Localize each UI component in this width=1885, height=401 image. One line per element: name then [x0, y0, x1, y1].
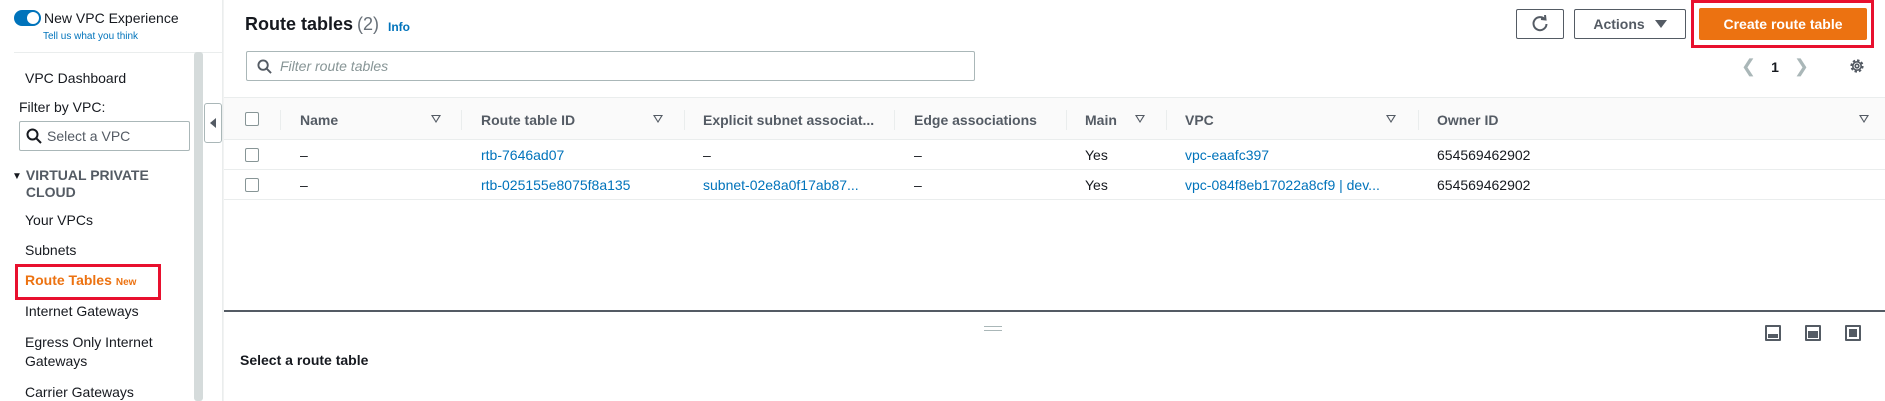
main-content: Route tables (2) Info Actions Create rout…: [224, 0, 1885, 401]
filter-by-vpc-label: Filter by VPC:: [19, 99, 106, 115]
sidebar-item-internet-gateways[interactable]: Internet Gateways: [25, 303, 139, 319]
table-header: Name Route table ID Explicit subnet asso…: [224, 97, 1885, 140]
collapse-sidebar-button[interactable]: [204, 103, 222, 143]
cell-main: Yes: [1085, 177, 1108, 193]
table-row[interactable]: – rtb-025155e8075f8a135 subnet-02e8a0f17…: [224, 170, 1885, 200]
filter-route-tables-input[interactable]: Filter route tables: [246, 51, 975, 81]
section-virtual-private-cloud[interactable]: ▼ VIRTUAL PRIVATE CLOUD: [12, 167, 176, 201]
split-panel: Select a route table: [224, 310, 1885, 401]
cell-main: Yes: [1085, 147, 1108, 163]
chevron-left-icon[interactable]: ❮: [1741, 56, 1756, 77]
column-header-route-table-id[interactable]: Route table ID: [481, 98, 575, 141]
column-header-explicit-subnet-associations[interactable]: Explicit subnet associat...: [703, 98, 874, 141]
cell-route-table-id[interactable]: rtb-7646ad07: [481, 140, 564, 170]
info-link[interactable]: Info: [388, 20, 410, 34]
caret-left-icon: [210, 118, 216, 128]
sidebar-item-subnets[interactable]: Subnets: [25, 242, 76, 258]
column-header-name[interactable]: Name: [300, 98, 338, 141]
sort-icon[interactable]: [431, 115, 441, 123]
column-divider: [684, 110, 685, 130]
sidebar: New VPC Experience Tell us what you thin…: [0, 0, 223, 401]
cell-route-table-id[interactable]: rtb-025155e8075f8a135: [481, 170, 630, 200]
column-divider: [461, 110, 462, 130]
cell-name: –: [300, 147, 308, 163]
row-checkbox[interactable]: [245, 178, 259, 192]
cell-name: –: [300, 177, 308, 193]
cell-vpc[interactable]: vpc-084f8eb17022a8cf9 | dev...: [1185, 170, 1380, 200]
column-header-edge-associations[interactable]: Edge associations: [914, 98, 1037, 141]
split-panel-title: Select a route table: [240, 352, 369, 368]
section-title: VIRTUAL PRIVATE CLOUD: [25, 167, 149, 200]
sort-icon[interactable]: [1386, 115, 1396, 123]
sidebar-item-carrier-gateways[interactable]: Carrier Gateways: [25, 384, 134, 400]
column-divider: [1066, 110, 1067, 130]
filter-placeholder: Filter route tables: [280, 58, 389, 74]
column-header-main[interactable]: Main: [1085, 98, 1117, 141]
search-icon: [26, 128, 42, 144]
sidebar-item-route-tables[interactable]: Route Tables New: [25, 272, 136, 288]
cell-subnet: –: [703, 147, 711, 163]
new-badge: New: [115, 277, 137, 288]
row-checkbox[interactable]: [245, 148, 259, 162]
actions-label: Actions: [1593, 16, 1645, 32]
column-divider: [1418, 110, 1419, 130]
cell-edge: –: [914, 147, 922, 163]
sort-icon[interactable]: [653, 115, 663, 123]
cell-edge: –: [914, 177, 922, 193]
search-icon: [257, 58, 272, 74]
toggle-label: New VPC Experience: [44, 10, 179, 26]
create-route-table-button[interactable]: Create route table: [1699, 8, 1867, 40]
chevron-right-icon[interactable]: ❯: [1794, 56, 1809, 77]
cell-owner-id: 654569462902: [1437, 147, 1531, 163]
refresh-button[interactable]: [1516, 9, 1564, 39]
sidebar-divider: [14, 52, 222, 53]
cell-vpc[interactable]: vpc-eaafc397: [1185, 140, 1269, 170]
icon-fill: [1808, 331, 1818, 338]
column-divider: [1166, 110, 1167, 130]
sort-icon[interactable]: [1859, 115, 1869, 123]
column-header-vpc[interactable]: VPC: [1185, 98, 1214, 141]
sort-icon[interactable]: [1135, 115, 1145, 123]
route-tables-table: Name Route table ID Explicit subnet asso…: [224, 97, 1885, 200]
new-experience-toggle[interactable]: [14, 10, 41, 26]
vpc-select-placeholder: Select a VPC: [47, 128, 131, 144]
sidebar-item-label: Route Tables: [25, 272, 112, 288]
item-count: (2): [357, 14, 380, 34]
pagination: ❮ 1 ❯: [1741, 56, 1809, 77]
select-all-checkbox[interactable]: [245, 112, 259, 126]
actions-button[interactable]: Actions: [1574, 9, 1686, 39]
caret-down-icon: ▼: [12, 171, 22, 182]
drag-handle-icon[interactable]: [984, 326, 1002, 331]
column-divider: [280, 110, 281, 130]
panel-middle-icon[interactable]: [1805, 325, 1821, 341]
cell-owner-id: 654569462902: [1437, 177, 1531, 193]
page-title: Route tables (2): [245, 14, 379, 35]
page-number[interactable]: 1: [1771, 59, 1779, 75]
column-divider: [894, 110, 895, 130]
panel-bottom-icon[interactable]: [1765, 325, 1781, 341]
sidebar-item-vpc-dashboard[interactable]: VPC Dashboard: [25, 70, 126, 86]
icon-fill: [1768, 334, 1778, 338]
sidebar-scrollbar[interactable]: [194, 52, 203, 401]
feedback-link[interactable]: Tell us what you think: [43, 31, 138, 42]
table-row[interactable]: – rtb-7646ad07 – – Yes vpc-eaafc397 6545…: [224, 140, 1885, 170]
page-title-text: Route tables: [245, 14, 354, 34]
sidebar-item-your-vpcs[interactable]: Your VPCs: [25, 212, 93, 228]
new-experience-toggle-row[interactable]: New VPC Experience: [14, 10, 179, 26]
column-header-owner-id[interactable]: Owner ID: [1437, 98, 1498, 141]
vpc-select[interactable]: Select a VPC: [19, 121, 190, 151]
sidebar-item-egress-only-internet-gateways[interactable]: Egress Only Internet Gateways: [25, 333, 175, 371]
icon-fill: [1849, 329, 1857, 337]
refresh-icon: [1532, 15, 1548, 32]
gear-icon[interactable]: [1848, 57, 1866, 75]
cell-subnet[interactable]: subnet-02e8a0f17ab87...: [703, 170, 859, 200]
caret-down-icon: [1654, 20, 1667, 28]
panel-full-icon[interactable]: [1845, 325, 1861, 341]
